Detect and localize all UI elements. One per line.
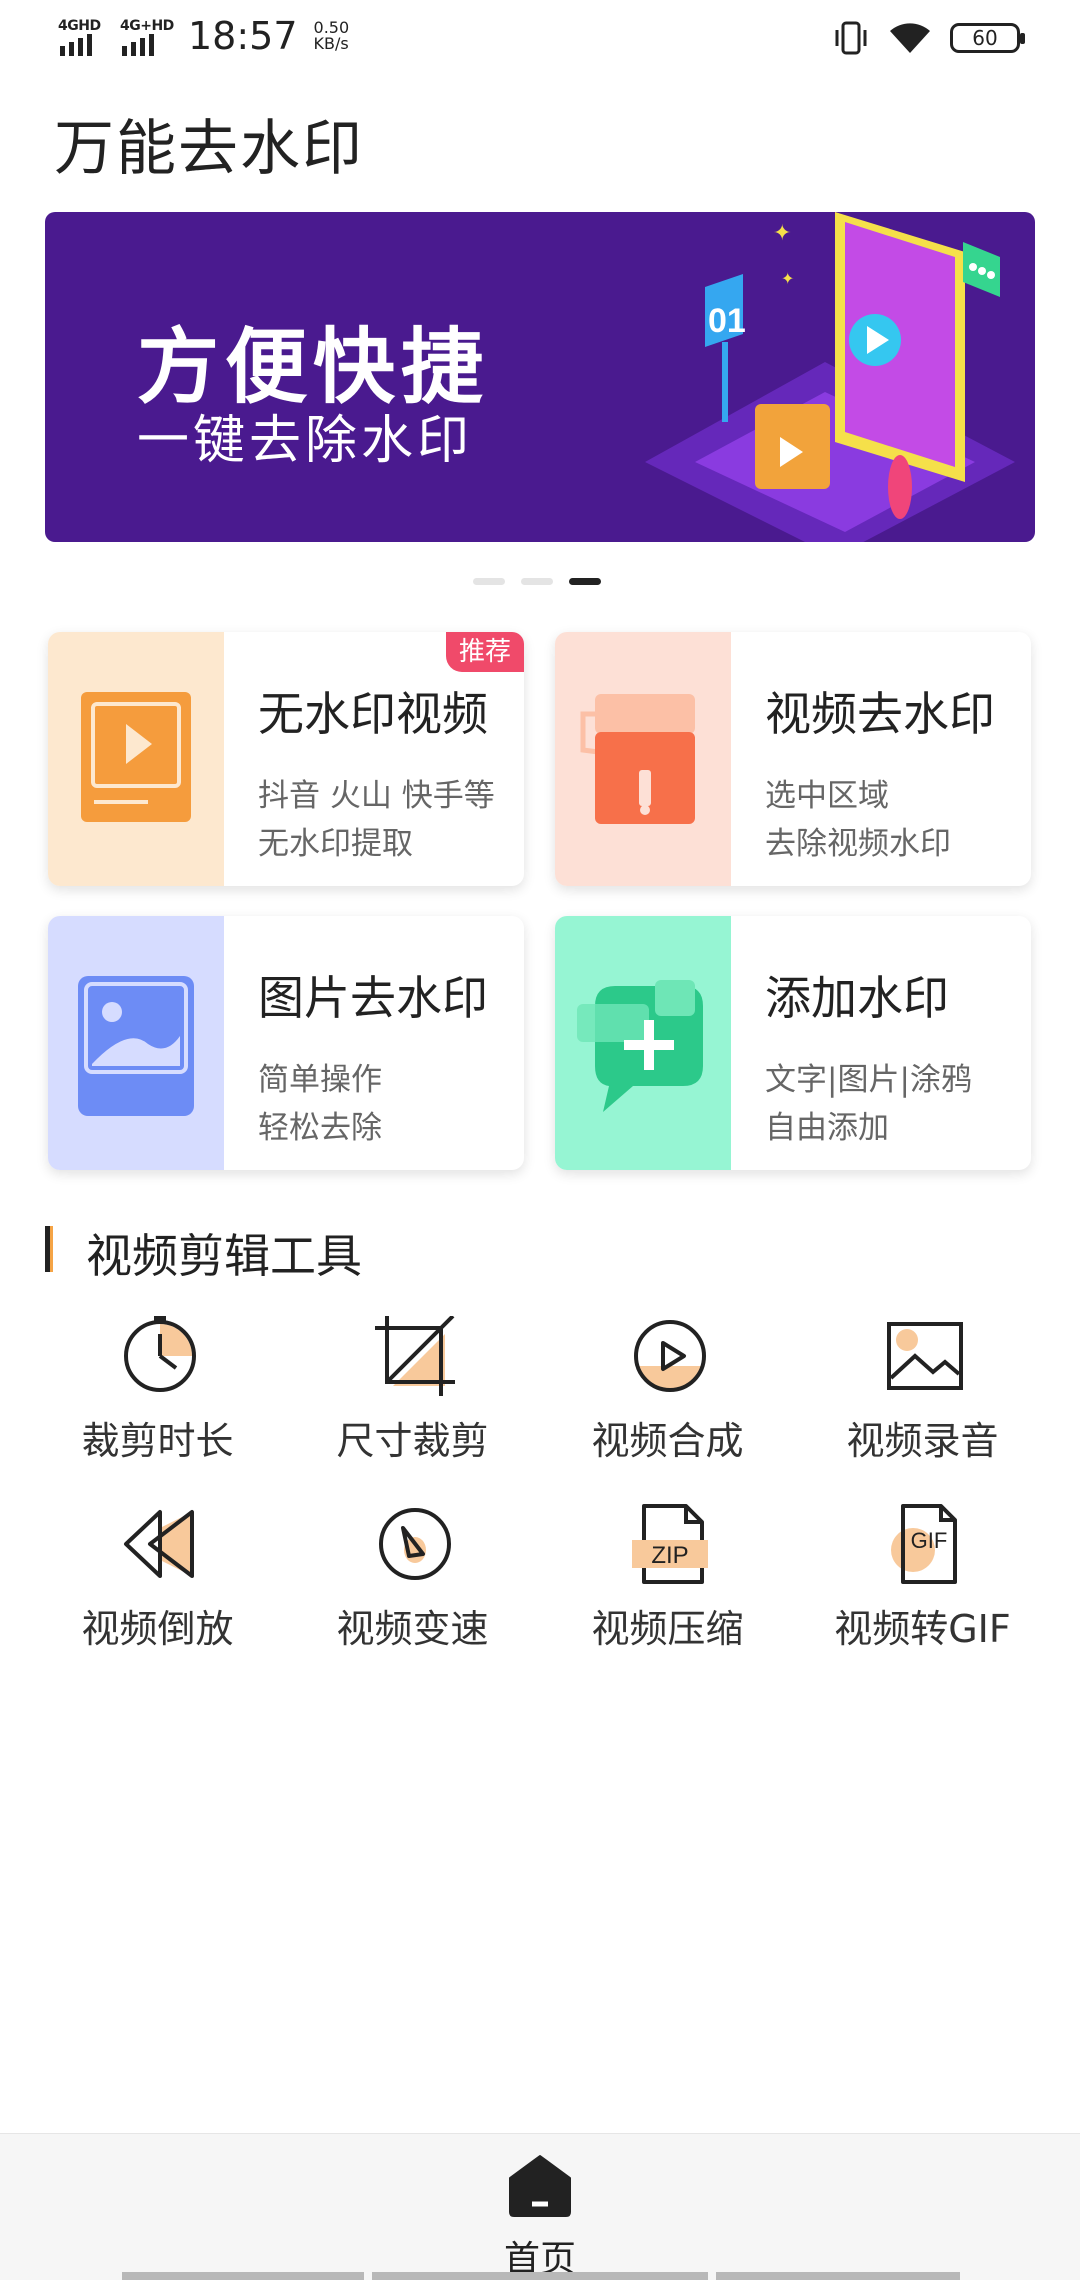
network-speed: 0.50 KB/s (314, 20, 350, 52)
card-description: 文字|图片|涂鸦 自由添加 (765, 1056, 972, 1152)
clock: 18:57 (188, 14, 298, 58)
carousel-dot (521, 578, 553, 585)
gif-file-icon: GIF (891, 1504, 957, 1584)
promo-banner[interactable]: 方便快捷 一键去除水印 01 ✦ ✦ (45, 212, 1035, 542)
card-description-line: 轻松去除 (258, 1110, 382, 1146)
card-description-line: 自由添加 (765, 1110, 889, 1146)
tool-label: 视频转GIF (834, 1607, 1011, 1651)
tool-label: 视频压缩 (591, 1607, 744, 1651)
tool-video-recording[interactable]: 视频录音 (795, 1310, 1050, 1480)
crop-icon (375, 1316, 455, 1396)
section-marker (45, 1226, 53, 1272)
tool-label: 裁剪时长 (81, 1419, 234, 1463)
home-icon (509, 2155, 571, 2217)
status-bar: 4GHD 4G+HD 18:57 0.50 KB/s 60 (0, 0, 1080, 80)
tool-video-merge[interactable]: 视频合成 (540, 1310, 795, 1480)
gesture-bar (122, 2272, 364, 2280)
tool-label: 视频录音 (846, 1419, 999, 1463)
signal-icon: 4G+HD (120, 14, 174, 58)
card-description-line: 选中区域 (765, 778, 889, 814)
card-description-line: 简单操作 (258, 1062, 382, 1098)
carousel-indicator (473, 578, 601, 585)
zip-file-text: ZIP (651, 1542, 688, 1569)
image-icon (78, 976, 194, 1116)
card-description-line: 无水印提取 (258, 826, 413, 862)
svg-text:✦: ✦ (781, 269, 794, 288)
speed-icon (379, 1508, 451, 1580)
zip-file-icon: ZIP (632, 1504, 708, 1584)
paint-roller-icon (580, 694, 695, 824)
feature-card-no-watermark-video[interactable]: 无水印视频 抖音 火山 快手等 无水印提取 推荐 (48, 632, 524, 886)
carousel-dot-active (569, 578, 601, 585)
tool-video-compress[interactable]: ZIP 视频压缩 (540, 1498, 795, 1668)
card-description-line: 文字|图片|涂鸦 (765, 1062, 972, 1098)
feature-card-image-remove-watermark[interactable]: 图片去水印 简单操作 轻松去除 (48, 916, 524, 1170)
feature-card-video-remove-watermark[interactable]: 视频去水印 选中区域 去除视频水印 (555, 632, 1031, 886)
play-video-icon (81, 692, 191, 822)
gesture-bar (716, 2272, 960, 2280)
picture-icon (887, 1322, 963, 1390)
tool-video-speed[interactable]: 视频变速 (285, 1498, 540, 1668)
tool-label: 视频变速 (336, 1607, 489, 1651)
network-type: 4G+HD (120, 18, 174, 34)
network-type: 4GHD (58, 18, 101, 34)
card-title: 图片去水印 (258, 971, 488, 1025)
card-thumbnail (555, 916, 731, 1170)
play-circle-icon (634, 1320, 706, 1392)
card-description-line: 去除视频水印 (765, 826, 951, 862)
card-description: 抖音 火山 快手等 无水印提取 (258, 772, 495, 868)
card-thumbnail (48, 916, 224, 1170)
card-title: 视频去水印 (765, 687, 995, 741)
section-title: 视频剪辑工具 (86, 1229, 362, 1283)
vibrate-icon (835, 21, 867, 55)
gesture-bar (372, 2272, 708, 2280)
carousel-dot (473, 578, 505, 585)
tool-label: 视频倒放 (81, 1607, 234, 1651)
network-speed-unit: KB/s (313, 34, 349, 53)
tool-video-reverse[interactable]: 视频倒放 (30, 1498, 285, 1668)
rewind-icon (124, 1510, 194, 1578)
add-chat-icon (577, 980, 703, 1112)
tool-size-crop[interactable]: 尺寸裁剪 (285, 1310, 540, 1480)
banner-graphic-label: 01 (708, 302, 746, 340)
card-thumbnail (555, 632, 731, 886)
clock-icon (124, 1316, 196, 1392)
bottom-navigation: 首页 (0, 2133, 1080, 2280)
card-title: 添加水印 (765, 971, 949, 1025)
card-description: 选中区域 去除视频水印 (765, 772, 951, 868)
card-title: 无水印视频 (258, 687, 488, 741)
page-title: 万能去水印 (54, 114, 364, 184)
card-description: 简单操作 轻松去除 (258, 1056, 382, 1152)
tool-trim-duration[interactable]: 裁剪时长 (30, 1310, 285, 1480)
wifi-icon (890, 23, 930, 53)
battery-indicator: 60 (950, 23, 1025, 53)
gif-file-text: GIF (911, 1528, 948, 1553)
feature-card-add-watermark[interactable]: 添加水印 文字|图片|涂鸦 自由添加 (555, 916, 1031, 1170)
nav-home[interactable]: 首页 (480, 2154, 600, 2280)
card-description-line: 抖音 火山 快手等 (258, 778, 495, 814)
tool-label: 视频合成 (591, 1419, 744, 1463)
tool-video-to-gif[interactable]: GIF 视频转GIF (795, 1498, 1050, 1668)
svg-text:✦: ✦ (773, 221, 791, 246)
card-thumbnail (48, 632, 224, 886)
recommend-badge: 推荐 (446, 632, 524, 672)
tool-label: 尺寸裁剪 (336, 1419, 489, 1463)
signal-icon: 4GHD (58, 14, 106, 58)
phone-illustration-icon: 01 ✦ ✦ (645, 212, 1015, 542)
banner-subline: 一键去除水印 (137, 411, 474, 471)
